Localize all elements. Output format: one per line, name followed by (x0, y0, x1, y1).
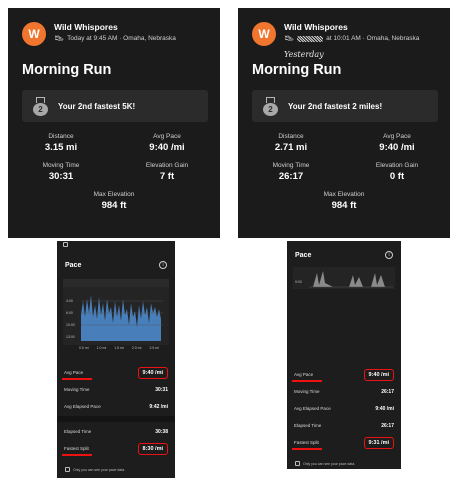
achievement-banner[interactable]: 2 Your 2nd fastest 5K! (22, 90, 208, 122)
redaction-scribble (297, 35, 324, 42)
pace-plot-svg (81, 295, 163, 341)
pace-screen-today: Pace i 4:00 6:00 10:00 13:00 0.5 mi 1.0 … (57, 241, 175, 478)
pace-stats-list: Avg Pace 9:40 /mi Moving Time 26:17 Avg … (287, 366, 401, 451)
pace-header: Pace i (287, 241, 401, 259)
stat-max-elevation: Max Elevation 984 ft (93, 191, 135, 211)
activity-meta: 👟︎ at 10:01 AM · Omaha, Nebraska (284, 34, 419, 44)
achievement-banner[interactable]: 2 Your 2nd fastest 2 miles! (252, 90, 438, 122)
row-moving-time: Moving Time 30:31 (64, 386, 168, 393)
x-tick: 1.0 mi (96, 346, 107, 350)
athlete-avatar[interactable]: W (252, 22, 276, 46)
pace-screen-yesterday: Pace i 9:00 Avg Pace 9:40 /mi Moving Tim… (287, 241, 401, 469)
row-moving-time: Moving Time 26:17 (294, 388, 394, 395)
x-tick: 2.5 mi (149, 346, 159, 350)
stat-elevation-gain: Elevation Gain 0 ft (375, 162, 419, 182)
activity-card-yesterday[interactable]: W Wild Whispores 👟︎ at 10:01 AM · Omaha,… (238, 8, 450, 238)
info-icon[interactable]: i (385, 251, 393, 259)
row-elapsed-time: Elapsed Time 30:38 (64, 428, 168, 435)
activity-header: W Wild Whispores 👟︎ Today at 9:45 AM · O… (8, 8, 220, 46)
stat-moving-time: Moving Time 30:31 (42, 162, 80, 182)
row-elapsed-time: Elapsed Time 26:17 (294, 422, 394, 429)
x-axis-ticks: 0.5 mi 1.0 mi 1.5 mi 2.0 mi 2.5 mi (57, 345, 175, 350)
empty-chart-area (287, 289, 401, 359)
red-underline (292, 380, 322, 382)
stat-elevation-gain: Elevation Gain 7 ft (145, 162, 189, 182)
activity-card-today[interactable]: W Wild Whispores 👟︎ Today at 9:45 AM · O… (8, 8, 220, 238)
achievement-text: Your 2nd fastest 2 miles! (288, 101, 383, 111)
y-tick: 4:00 (66, 299, 73, 303)
activity-header: W Wild Whispores 👟︎ at 10:01 AM · Omaha,… (238, 8, 450, 46)
athlete-name[interactable]: Wild Whispores (54, 22, 176, 32)
x-tick: 1.5 mi (114, 346, 124, 350)
medal-icon: 2 (262, 96, 279, 116)
athlete-name[interactable]: Wild Whispores (284, 22, 419, 32)
pace-stats-list: Avg Pace 9:40 /mi Moving Time 30:31 Avg … (57, 364, 175, 457)
medal-icon: 2 (32, 96, 49, 116)
red-underline (62, 378, 92, 380)
y-tick: 9:00 (295, 280, 302, 284)
stat-avg-pace: Avg Pace 9:40 /mi (379, 133, 415, 153)
row-avg-elapsed-pace: Avg Elapsed Pace 9:42 /mi (64, 403, 168, 410)
row-fastest-split: Fastest Split 8:30 /mi (57, 440, 175, 457)
y-tick: 6:00 (66, 311, 73, 315)
row-fastest-split: Fastest Split 9:31 /mi (287, 434, 401, 451)
red-underline (292, 448, 322, 450)
stat-distance: Distance 3.15 mi (44, 133, 78, 153)
achievement-text: Your 2nd fastest 5K! (58, 101, 136, 111)
stat-distance: Distance 2.71 mi (274, 133, 308, 153)
y-tick: 10:00 (66, 323, 75, 327)
stat-avg-pace: Avg Pace 9:40 /mi (149, 133, 185, 153)
privacy-note: Only you can see your pace data. (287, 451, 401, 469)
x-tick: 2.0 mi (131, 346, 142, 350)
x-tick: 0.5 mi (79, 346, 89, 350)
shoe-icon: 👟︎ (54, 34, 65, 44)
privacy-note: Only you can see your pace data. (57, 457, 175, 478)
handwritten-annotation: Yesterday (284, 50, 324, 59)
y-tick: 13:00 (66, 335, 75, 339)
activity-date-location: Today at 9:45 AM · Omaha, Nebraska (67, 35, 176, 43)
lock-icon (63, 242, 68, 247)
pace-chart[interactable]: 9:00 (293, 267, 395, 289)
activity-title: Morning Run (252, 62, 342, 78)
row-avg-elapsed-pace: Avg Elapsed Pace 9:40 /mi (294, 405, 394, 412)
info-icon[interactable]: i (159, 261, 167, 269)
pace-header: Pace i (57, 248, 175, 269)
lock-icon (295, 461, 300, 466)
activity-meta: 👟︎ Today at 9:45 AM · Omaha, Nebraska (54, 34, 176, 44)
shoe-icon: 👟︎ (284, 34, 295, 44)
athlete-avatar[interactable]: W (22, 22, 46, 46)
row-avg-pace: Avg Pace 9:40 /mi (57, 364, 175, 381)
red-underline (62, 454, 92, 456)
stat-moving-time: Moving Time 26:17 (272, 162, 310, 182)
row-avg-pace: Avg Pace 9:40 /mi (287, 366, 401, 383)
stat-max-elevation: Max Elevation 984 ft (323, 191, 365, 211)
elevation-strip (63, 279, 169, 287)
pace-plot-svg (309, 271, 393, 288)
divider (57, 416, 175, 422)
activity-date-location: at 10:01 AM · Omaha, Nebraska (326, 35, 420, 43)
activity-title: Morning Run (22, 62, 112, 78)
pace-chart[interactable]: 4:00 6:00 10:00 13:00 (63, 287, 169, 345)
top-strip (57, 241, 175, 248)
pace-title: Pace (295, 251, 312, 259)
pace-title: Pace (65, 261, 82, 269)
stats-grid: Distance 2.71 mi Avg Pace 9:40 /mi Movin… (238, 133, 450, 211)
stats-grid: Distance 3.15 mi Avg Pace 9:40 /mi Movin… (8, 133, 220, 211)
lock-icon (65, 467, 70, 472)
